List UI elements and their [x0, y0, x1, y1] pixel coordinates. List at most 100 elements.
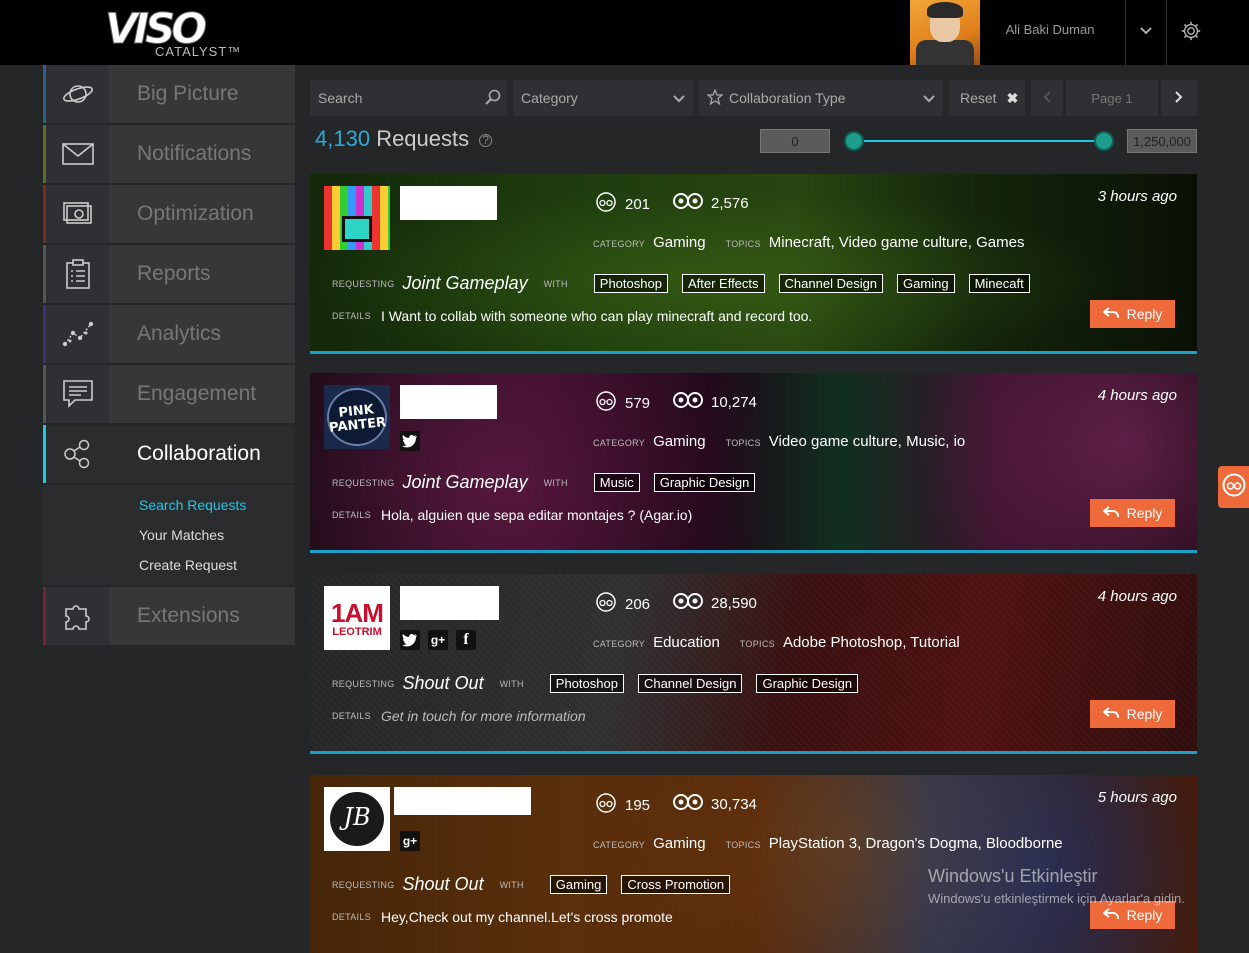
- subscriber-count: 201: [625, 195, 651, 213]
- sidebar-item-label: Collaboration: [109, 425, 295, 483]
- slider-max-handle[interactable]: [1094, 131, 1114, 151]
- reply-label: Reply: [1126, 907, 1163, 923]
- google-plus-icon[interactable]: g+: [428, 630, 448, 650]
- feedback-badge[interactable]: [1218, 466, 1249, 508]
- requesting-row: REQUESTING Shout Out WITH Photoshop Chan…: [332, 673, 864, 694]
- sidebar-item-reports[interactable]: Reports: [43, 245, 295, 305]
- social-links: g+: [400, 831, 420, 851]
- chevron-left-icon: [1043, 90, 1051, 106]
- submenu-your-matches[interactable]: Your Matches: [139, 520, 295, 550]
- category-label: CATEGORY: [593, 438, 646, 448]
- reply-icon: [1101, 505, 1119, 521]
- avatar[interactable]: [324, 186, 390, 250]
- sidebar-item-big-picture[interactable]: Big Picture: [43, 65, 295, 125]
- reply-icon: [1101, 706, 1119, 722]
- requesting-label: REQUESTING: [332, 477, 395, 488]
- submenu-search-requests[interactable]: Search Requests: [139, 490, 295, 520]
- prev-page-button[interactable]: [1031, 80, 1063, 116]
- details-label: DETAILS: [332, 510, 371, 520]
- twitter-icon[interactable]: [400, 431, 420, 451]
- subscriber-count: 206: [625, 595, 651, 613]
- sidebar-item-extensions[interactable]: Extensions: [43, 587, 295, 647]
- subscriber-icon: [595, 391, 617, 415]
- avatar[interactable]: 1AM LEOTRIM: [324, 586, 390, 650]
- stat-views: 28,590: [673, 592, 757, 614]
- channel-name-redacted[interactable]: [400, 186, 497, 220]
- sidebar-item-label: Reports: [109, 245, 295, 303]
- requesting-row: REQUESTING Joint Gameplay WITH Music Gra…: [332, 472, 761, 493]
- social-links: g+ f: [400, 630, 476, 650]
- request-count-number: 4,130: [315, 126, 371, 151]
- category-select-value: Category: [521, 90, 578, 106]
- views-count: 30,734: [711, 795, 757, 813]
- avatar[interactable]: JB: [324, 787, 390, 851]
- skill-tag: Minecaft: [968, 274, 1030, 293]
- with-label: WITH: [499, 879, 524, 890]
- logo-sub: CATALYST™: [155, 44, 242, 59]
- user-avatar[interactable]: [910, 0, 980, 65]
- request-time: 5 hours ago: [1097, 789, 1177, 806]
- twitter-icon[interactable]: [400, 630, 420, 650]
- skill-tag: Music: [593, 473, 640, 492]
- channel-name-redacted[interactable]: [400, 385, 497, 419]
- details-label: DETAILS: [332, 912, 371, 922]
- reply-button[interactable]: Reply: [1090, 499, 1175, 527]
- sidebar-item-label: Optimization: [109, 185, 295, 243]
- scatter-icon: [43, 305, 109, 363]
- sidebar-item-engagement[interactable]: Engagement: [43, 365, 295, 425]
- views-icon: [673, 793, 703, 815]
- camera-icon: [43, 185, 109, 243]
- submenu-create-request[interactable]: Create Request: [139, 550, 295, 580]
- reply-icon: [1101, 907, 1119, 923]
- sidebar-item-notifications[interactable]: Notifications: [43, 125, 295, 185]
- reset-label: Reset: [960, 90, 997, 106]
- chevron-down-icon[interactable]: [1140, 24, 1152, 38]
- category-topics: CATEGORY Gaming TOPICS PlayStation 3, Dr…: [593, 835, 1063, 852]
- gear-icon[interactable]: [1180, 20, 1202, 47]
- collaboration-type-select[interactable]: Collaboration Type: [699, 80, 943, 116]
- sidebar-item-collaboration[interactable]: Collaboration: [43, 425, 295, 485]
- views-icon: [673, 192, 703, 214]
- views-icon: [673, 592, 703, 614]
- search-input[interactable]: Search: [310, 80, 507, 116]
- request-time: 3 hours ago: [1097, 188, 1177, 205]
- reset-button[interactable]: Reset ✖: [949, 80, 1025, 116]
- channel-name-redacted[interactable]: [400, 586, 499, 620]
- reply-button[interactable]: Reply: [1090, 300, 1175, 328]
- divider: [1125, 0, 1126, 65]
- topics-value: PlayStation 3, Dragon's Dogma, Bloodborn…: [768, 835, 1063, 852]
- facebook-icon[interactable]: f: [456, 630, 476, 650]
- channel-name-redacted[interactable]: [394, 787, 531, 815]
- avatar[interactable]: PINK PANTER: [324, 385, 390, 449]
- with-label: WITH: [499, 678, 524, 689]
- sidebar-item-analytics[interactable]: Analytics: [43, 305, 295, 365]
- range-min-value[interactable]: 0: [760, 129, 830, 153]
- details-row: DETAILS Hey,Check out my channel.Let's c…: [332, 909, 673, 925]
- google-plus-icon[interactable]: g+: [400, 831, 420, 851]
- logo[interactable]: VISO CATALYST™: [104, 4, 245, 60]
- planet-icon: [43, 65, 109, 123]
- category-topics: CATEGORY Gaming TOPICS Video game cultur…: [593, 433, 965, 450]
- slider-min-handle[interactable]: [844, 131, 864, 151]
- username[interactable]: Ali Baki Duman: [990, 22, 1110, 37]
- views-icon: [673, 391, 703, 413]
- watermark-title: Windows'u Etkinleştir: [928, 866, 1098, 886]
- reply-button[interactable]: Reply: [1090, 700, 1175, 728]
- requesting-label: REQUESTING: [332, 879, 395, 890]
- subscriber-range-slider[interactable]: [853, 140, 1103, 142]
- star-icon: [706, 87, 724, 108]
- category-select[interactable]: Category: [513, 80, 693, 116]
- divider: [1166, 0, 1167, 65]
- sidebar-item-label: Analytics: [109, 305, 295, 363]
- mascot-icon: [1222, 473, 1246, 502]
- chevron-down-icon: [673, 90, 685, 106]
- reply-label: Reply: [1126, 505, 1163, 521]
- search-placeholder: Search: [318, 90, 363, 106]
- range-max-value[interactable]: 1,250,000: [1127, 129, 1197, 153]
- top-bar: VISO CATALYST™ Ali Baki Duman: [0, 0, 1249, 65]
- views-count: 2,576: [711, 194, 749, 212]
- sidebar-item-label: Notifications: [109, 125, 295, 183]
- sidebar-item-optimization[interactable]: Optimization: [43, 185, 295, 245]
- next-page-button[interactable]: [1161, 80, 1197, 116]
- help-icon[interactable]: ?: [479, 133, 493, 147]
